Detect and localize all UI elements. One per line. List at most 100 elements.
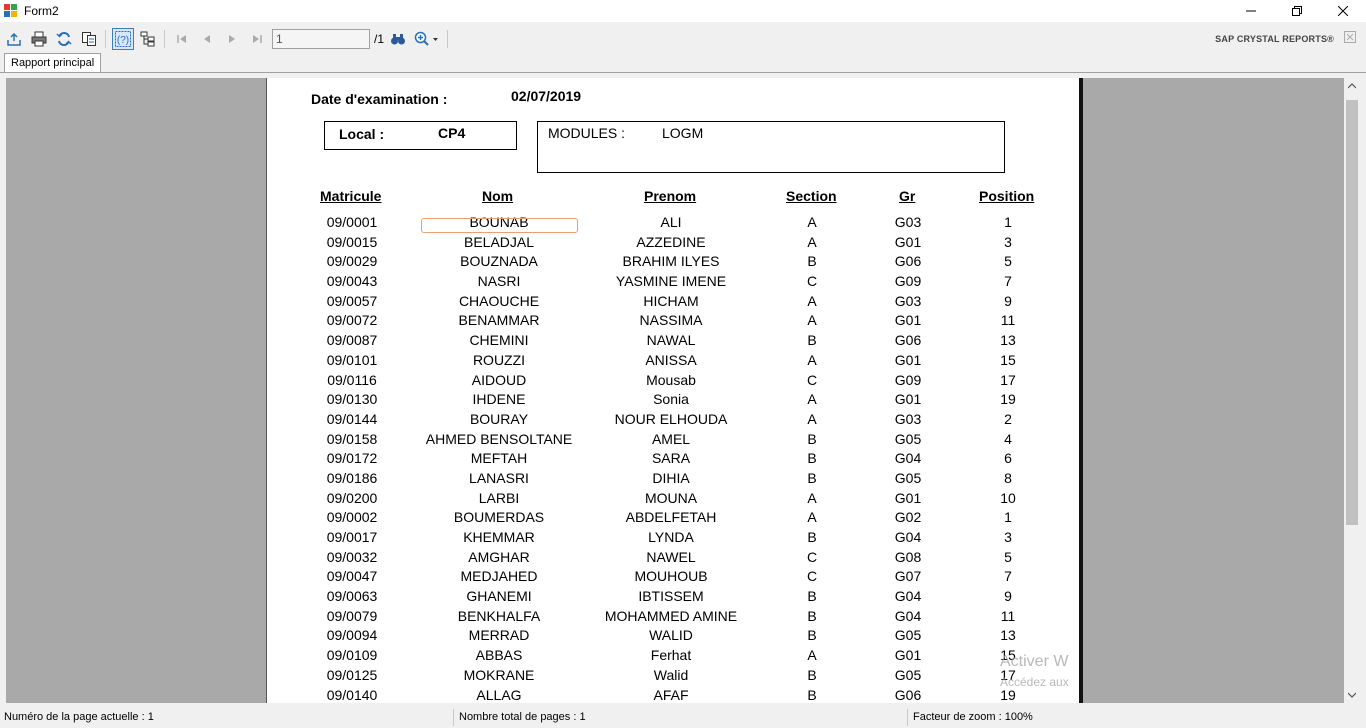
table-row: 09/0072 BENAMMAR NASSIMA A G01 11 bbox=[267, 311, 1084, 331]
previous-page-button[interactable] bbox=[196, 28, 218, 50]
first-page-button[interactable] bbox=[171, 28, 193, 50]
scroll-down-button[interactable] bbox=[1344, 687, 1360, 703]
student-list: 09/0001 BOUNAB ALI A G03 1 09/0015 BELADJAL AZZE… bbox=[267, 213, 1084, 703]
table-row: 09/0079 BENKHALFA MOHAMMED AMINE B G04 11 bbox=[267, 607, 1084, 627]
gr-cell: G01 bbox=[894, 233, 922, 250]
page-number-input[interactable] bbox=[272, 29, 370, 49]
gr-cell: G06 bbox=[894, 253, 922, 270]
toolbar-separator bbox=[164, 30, 165, 48]
matricule-cell: 09/0101 bbox=[326, 351, 378, 368]
toggle-group-tree-button[interactable] bbox=[137, 28, 159, 50]
nom-cell: AMGHAR bbox=[468, 548, 530, 565]
status-separator bbox=[907, 709, 908, 726]
section-cell: B bbox=[807, 450, 817, 467]
report-viewer[interactable]: Date d'examination : 02/07/2019 Local : … bbox=[6, 78, 1344, 703]
modules-label: MODULES : bbox=[548, 125, 626, 141]
close-icon bbox=[1338, 6, 1348, 16]
prenom-cell: Sonia bbox=[653, 391, 689, 408]
restore-button[interactable] bbox=[1274, 0, 1320, 22]
table-row: 09/0116 AIDOUD Mousab C G09 17 bbox=[267, 371, 1084, 391]
gr-cell: G05 bbox=[894, 627, 922, 644]
table-row: 09/0002 BOUMERDAS ABDELFETAH A G02 1 bbox=[267, 508, 1084, 528]
table-row: 09/0125 MOKRANE Walid B G05 17 bbox=[267, 666, 1084, 686]
page-total: /1 bbox=[374, 32, 385, 46]
prenom-cell: MOUNA bbox=[644, 489, 698, 506]
close-button[interactable] bbox=[1320, 0, 1366, 22]
position-cell: 7 bbox=[1004, 568, 1012, 585]
column-header-position: Position bbox=[979, 188, 1035, 204]
section-cell: A bbox=[807, 489, 817, 506]
date-value: 02/07/2019 bbox=[511, 88, 582, 104]
find-button[interactable] bbox=[387, 28, 409, 50]
matricule-cell: 09/0172 bbox=[326, 450, 378, 467]
gr-cell: G09 bbox=[894, 273, 922, 290]
position-cell: 13 bbox=[1000, 332, 1016, 349]
nom-cell: MEDJAHED bbox=[460, 568, 538, 585]
table-row: 09/0057 CHAOUCHE HICHAM A G03 9 bbox=[267, 292, 1084, 312]
export-button[interactable] bbox=[3, 28, 25, 50]
matricule-cell: 09/0047 bbox=[326, 568, 378, 585]
table-row: 09/0087 CHEMINI NAWAL B G06 13 bbox=[267, 331, 1084, 351]
tab-rapport-principal[interactable]: Rapport principal bbox=[4, 53, 102, 73]
position-cell: 9 bbox=[1004, 292, 1012, 309]
local-label: Local : bbox=[339, 126, 385, 142]
toggle-parameter-panel-button[interactable]: (?) bbox=[112, 28, 134, 50]
gr-cell: G03 bbox=[894, 410, 922, 427]
prenom-cell: HICHAM bbox=[643, 292, 699, 309]
app-icon bbox=[4, 4, 18, 18]
table-row: 09/0063 GHANEMI IBTISSEM B G04 9 bbox=[267, 587, 1084, 607]
matricule-cell: 09/0072 bbox=[326, 312, 378, 329]
nom-cell: IHDENE bbox=[472, 391, 526, 408]
scroll-thumb[interactable] bbox=[1346, 100, 1358, 525]
refresh-icon bbox=[56, 31, 72, 47]
nom-cell: MEFTAH bbox=[470, 450, 528, 467]
svg-text:(?): (?) bbox=[117, 35, 129, 46]
section-cell: B bbox=[807, 430, 817, 447]
vertical-scrollbar[interactable] bbox=[1344, 78, 1360, 703]
matricule-cell: 09/0087 bbox=[326, 332, 378, 349]
modules-value: LOGM bbox=[662, 125, 704, 141]
title-bar: Form2 bbox=[0, 0, 1366, 22]
nom-cell: CHAOUCHE bbox=[458, 292, 540, 309]
close-view-button[interactable] bbox=[1344, 31, 1356, 43]
section-cell: A bbox=[807, 312, 817, 329]
table-row: 09/0015 BELADJAL AZZEDINE A G01 3 bbox=[267, 233, 1084, 253]
table-row: 09/0017 KHEMMAR LYNDA B G04 3 bbox=[267, 528, 1084, 548]
prenom-cell: LYNDA bbox=[648, 529, 694, 545]
watermark-line-1: Activer W bbox=[1000, 653, 1069, 670]
last-page-button[interactable] bbox=[246, 28, 268, 50]
next-page-button[interactable] bbox=[221, 28, 243, 50]
section-cell: B bbox=[807, 469, 817, 486]
gr-cell: G01 bbox=[894, 312, 922, 329]
close-icon bbox=[1344, 31, 1356, 43]
nom-cell: KHEMMAR bbox=[463, 529, 535, 545]
section-cell: A bbox=[807, 214, 817, 230]
table-row: 09/0144 BOURAY NOUR ELHOUDA A G03 2 bbox=[267, 410, 1084, 430]
window-title: Form2 bbox=[24, 4, 59, 18]
restore-icon bbox=[1292, 6, 1302, 16]
zoom-dropdown-button[interactable] bbox=[412, 28, 442, 50]
nom-cell: BELADJAL bbox=[463, 233, 535, 250]
scroll-up-button[interactable] bbox=[1344, 78, 1360, 94]
table-row: 09/0032 AMGHAR NAWEL C G08 5 bbox=[267, 548, 1084, 568]
copy-button[interactable] bbox=[78, 28, 100, 50]
minimize-icon bbox=[1246, 10, 1256, 12]
gr-cell: G04 bbox=[894, 607, 922, 624]
refresh-button[interactable] bbox=[53, 28, 75, 50]
matricule-cell: 09/0125 bbox=[326, 666, 378, 683]
gr-cell: G03 bbox=[894, 292, 922, 309]
prenom-cell: MOUHOUB bbox=[634, 568, 708, 585]
prenom-cell: Walid bbox=[653, 666, 689, 683]
matricule-cell: 09/0140 bbox=[326, 686, 378, 703]
prenom-cell: AZZEDINE bbox=[636, 233, 706, 250]
nom-cell: BENAMMAR bbox=[458, 312, 540, 329]
previous-page-icon bbox=[204, 35, 210, 43]
print-button[interactable] bbox=[28, 28, 50, 50]
section-cell: B bbox=[807, 607, 817, 624]
toolbar-separator bbox=[447, 30, 449, 48]
gr-cell: G01 bbox=[894, 647, 922, 664]
matricule-cell: 09/0130 bbox=[326, 391, 378, 408]
selected-field-highlight[interactable] bbox=[421, 218, 578, 233]
minimize-button[interactable] bbox=[1228, 0, 1274, 22]
table-row: 09/0043 NASRI YASMINE IMENE C G09 7 bbox=[267, 272, 1084, 292]
